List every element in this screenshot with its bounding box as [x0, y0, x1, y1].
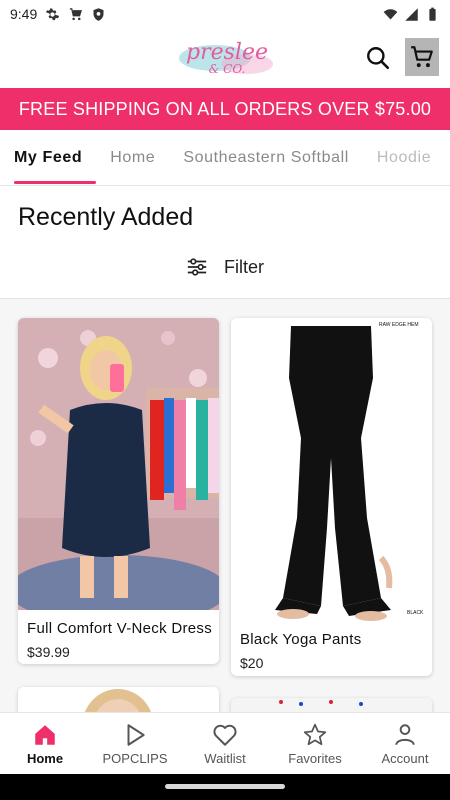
- nav-favorites-label: Favorites: [288, 750, 342, 766]
- logo-subtext: & CO.: [208, 62, 246, 76]
- tab-hoodie[interactable]: Hoodie: [363, 130, 445, 185]
- product-card[interactable]: RAW EDGE HEM BLACK Black Yoga Pants $20: [231, 318, 432, 676]
- play-icon: [127, 723, 145, 746]
- nav-account-label: Account: [381, 750, 429, 766]
- image-tag-top: RAW EDGE HEM: [379, 322, 419, 328]
- search-icon: [367, 47, 390, 70]
- battery-icon: [429, 7, 436, 21]
- settings-icon: [46, 7, 60, 20]
- nav-home-label: Home: [26, 750, 64, 766]
- product-price: $39.99: [27, 644, 70, 660]
- nav-favorites[interactable]: Favorites: [270, 713, 360, 774]
- nav-account[interactable]: Account: [360, 713, 450, 774]
- shield-icon: [93, 7, 104, 21]
- product-image: [231, 318, 432, 622]
- category-tabs: My Feed Home Southeastern Softball Hoodi…: [0, 130, 450, 186]
- cart-button[interactable]: [405, 38, 439, 76]
- home-icon: [35, 724, 55, 745]
- product-name: Full Comfort V-Neck Dress: [27, 620, 213, 637]
- logo[interactable]: preslee & CO.: [175, 38, 279, 80]
- filter-label: Filter: [224, 256, 264, 277]
- product-card[interactable]: Full Comfort V-Neck Dress $39.99: [18, 318, 219, 664]
- tab-home[interactable]: Home: [96, 130, 169, 185]
- app-header: preslee & CO.: [0, 28, 450, 88]
- product-name: Black Yoga Pants: [240, 631, 362, 648]
- search-button[interactable]: [362, 42, 394, 74]
- promo-banner-text: FREE SHIPPING ON ALL ORDERS OVER $75.00: [18, 98, 432, 119]
- nav-home[interactable]: Home: [0, 713, 90, 774]
- wifi-icon: [383, 8, 398, 19]
- nav-popclips[interactable]: POPCLIPS: [90, 713, 180, 774]
- heart-icon: [213, 724, 237, 746]
- status-time: 9:49: [10, 6, 38, 22]
- tab-southeastern-softball[interactable]: Southeastern Softball: [169, 130, 363, 185]
- gesture-handle[interactable]: [165, 784, 285, 789]
- bottom-nav: Home POPCLIPS Waitlist Favorites Account: [0, 712, 450, 774]
- cart-status-icon: [70, 7, 83, 20]
- filter-button[interactable]: Filter: [0, 252, 450, 282]
- nav-waitlist-label: Waitlist: [204, 750, 246, 766]
- cart-icon: [411, 46, 433, 68]
- star-icon: [303, 723, 327, 745]
- product-grid: Full Comfort V-Neck Dress $39.99 RAW EDG…: [0, 299, 450, 748]
- filter-icon: [187, 258, 207, 276]
- person-icon: [395, 723, 415, 745]
- section-title: Recently Added: [18, 203, 194, 231]
- nav-waitlist[interactable]: Waitlist: [180, 713, 270, 774]
- status-bar: 9:49: [0, 0, 450, 28]
- signal-icon: [405, 7, 418, 21]
- system-gesture-bar: [0, 774, 450, 800]
- promo-banner[interactable]: FREE SHIPPING ON ALL ORDERS OVER $75.00: [0, 88, 450, 130]
- nav-popclips-label: POPCLIPS: [102, 750, 168, 766]
- image-tag-bottom: BLACK: [407, 610, 424, 616]
- product-price: $20: [240, 655, 264, 671]
- product-image: [18, 318, 219, 610]
- tab-my-feed[interactable]: My Feed: [0, 130, 97, 185]
